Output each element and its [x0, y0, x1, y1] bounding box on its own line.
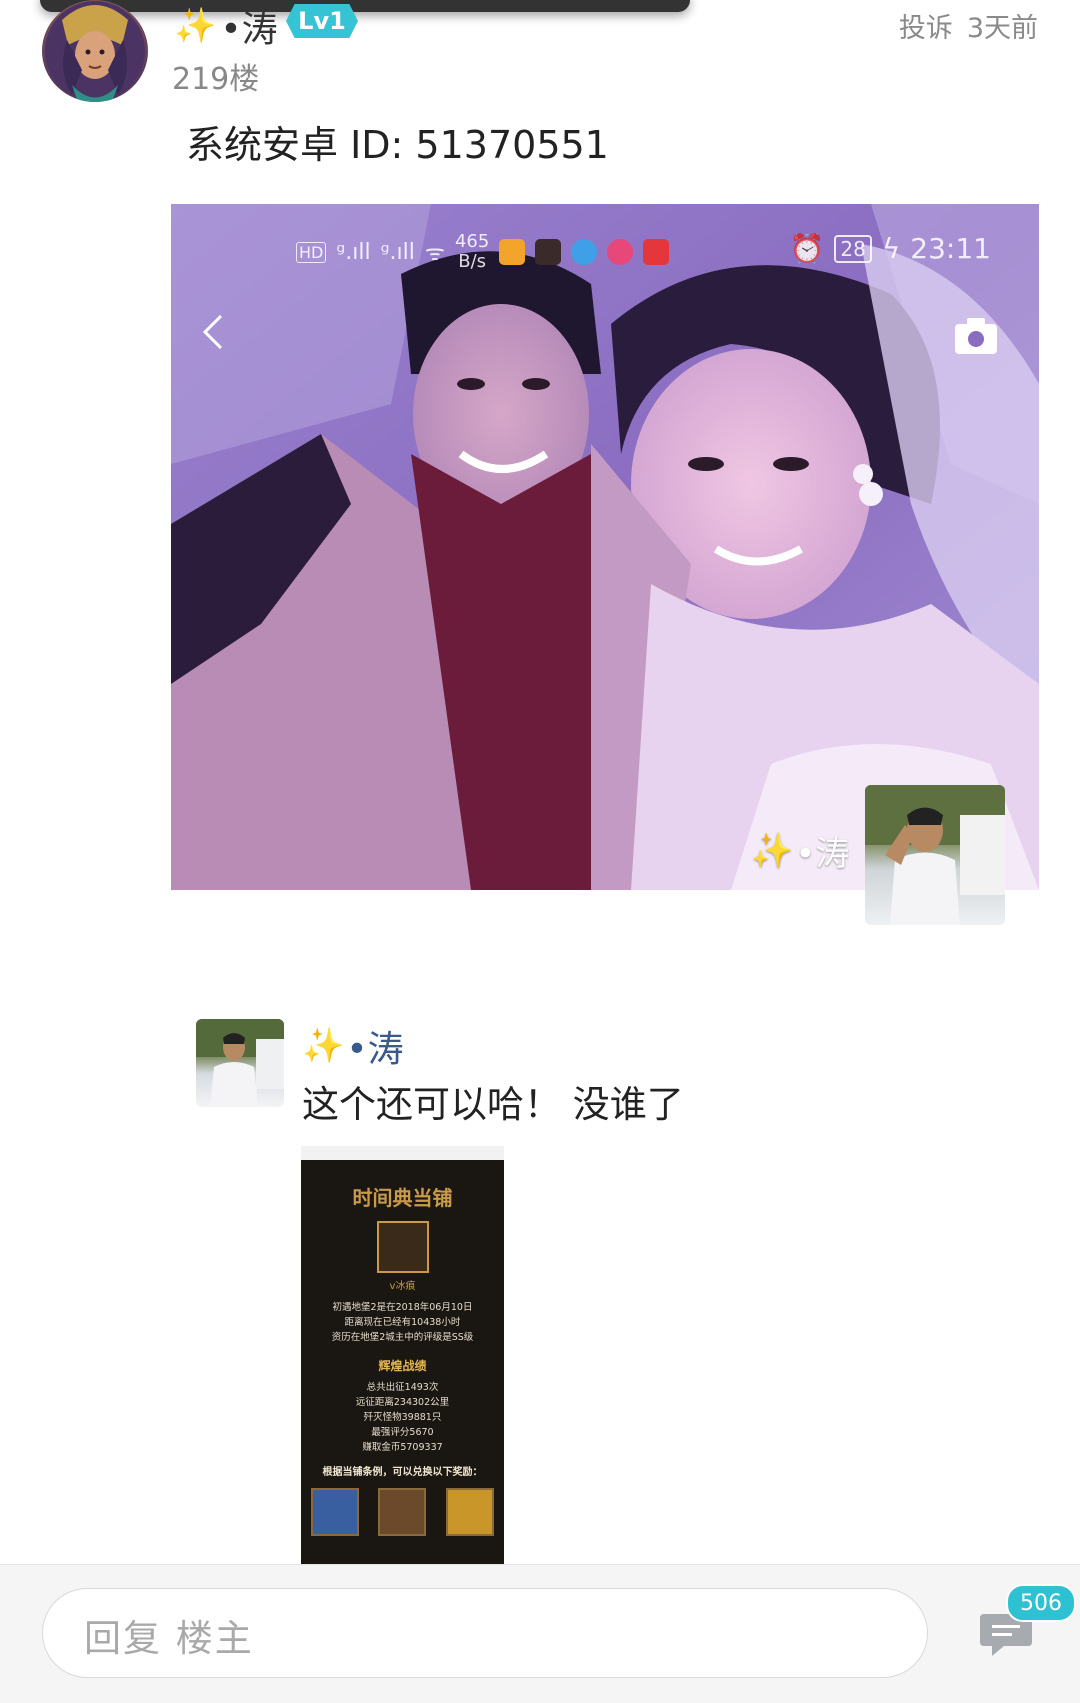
screenshot-status-bar: HD ᵍ.ıll ᵍ.ıll ᯤ 465 B/s ⏰ 28 ϟ 23:11 [171, 232, 1039, 272]
top-overlay-shadow [40, 0, 690, 12]
reply-avatar[interactable] [196, 1019, 284, 1107]
thumb-reward-coins [446, 1488, 495, 1536]
app-icon-yellow [499, 239, 526, 265]
reply-author-name[interactable]: ✨ •涛 [302, 1020, 404, 1072]
post-time: 3天前 [966, 13, 1038, 44]
net-speed-value: 465 [454, 231, 490, 252]
thumb-reward-gem [310, 1488, 359, 1536]
app-icon-blue [571, 239, 598, 265]
thumb-stat-3: 歼灭怪物39881只 [363, 1412, 442, 1423]
thumb-line-3: 资历在地堡2城主中的评级是SS级 [331, 1332, 474, 1343]
thumb-reward-scroll [378, 1488, 427, 1536]
thumb-stat-4: 最强评分5670 [371, 1427, 434, 1438]
clock-time: 23:11 [910, 232, 991, 265]
post-content: 系统安卓 ID: 51370551 [186, 123, 609, 167]
author-avatar[interactable] [42, 0, 148, 102]
thumb-footer: 根据当铺条例，可以兑换以下奖励： [322, 1467, 483, 1478]
thumb-item-frame [376, 1221, 429, 1273]
image-watermark-name: ✨ •涛 [751, 826, 849, 875]
thumb-title: 时间典当铺 [352, 1186, 453, 1210]
back-arrow-icon [202, 314, 223, 350]
thumb-line-1: 初遇地堡2是在2018年06月10日 [332, 1302, 473, 1313]
post-meta: 投诉 3天前 [899, 6, 1038, 45]
thumb-user: v冰痕 [389, 1281, 416, 1292]
alarm-icon: ⏰ [789, 232, 825, 265]
signal-icon-2: ᵍ.ıll [380, 239, 415, 265]
sparkle-icon: ✨ [174, 6, 217, 46]
app-icon-red [643, 239, 670, 265]
hd-icon: HD [296, 241, 327, 263]
thumb-section: 辉煌战绩 [378, 1359, 427, 1373]
sparkle-icon: ✨ [751, 830, 794, 871]
charging-icon: ϟ [881, 232, 901, 265]
sparkle-icon: ✨ [302, 1026, 345, 1066]
floor-number: 219楼 [172, 62, 260, 97]
thumb-stat-1: 总共出征1493次 [366, 1382, 439, 1393]
watermark-name-text: •涛 [795, 834, 850, 874]
thumb-stat-5: 赚取金币5709337 [362, 1442, 443, 1453]
level-badge: Lv1 [286, 4, 358, 38]
wifi-icon: ᯤ [424, 241, 445, 266]
reply-author-name-text: •涛 [346, 1029, 404, 1070]
author-name-text: •涛 [220, 9, 278, 50]
battery-level: 28 [834, 234, 872, 263]
app-icon-dark [535, 239, 562, 265]
camera-icon [955, 318, 997, 354]
thumb-line-2: 距离现在已经有10438小时 [344, 1317, 461, 1328]
report-link[interactable]: 投诉 [899, 6, 953, 45]
author-name[interactable]: ✨ •涛 [174, 0, 278, 52]
net-speed-unit: B/s [458, 251, 487, 272]
image-watermark-avatar [865, 785, 1005, 925]
app-icon-pink [607, 239, 634, 265]
thumb-stat-2: 远征距离234302公里 [355, 1397, 450, 1408]
reply-image-thumbnail[interactable]: 时间典当铺 v冰痕 初遇地堡2是在2018年06月10日 距离现在已经有1043… [301, 1146, 504, 1564]
signal-icon: ᵍ.ıll [336, 239, 371, 265]
reply-content: 这个还可以哈！ 没谁了 [302, 1083, 684, 1126]
comment-count-badge: 506 [1006, 1584, 1076, 1622]
reply-input-placeholder: 回复 楼主 [84, 1617, 254, 1660]
